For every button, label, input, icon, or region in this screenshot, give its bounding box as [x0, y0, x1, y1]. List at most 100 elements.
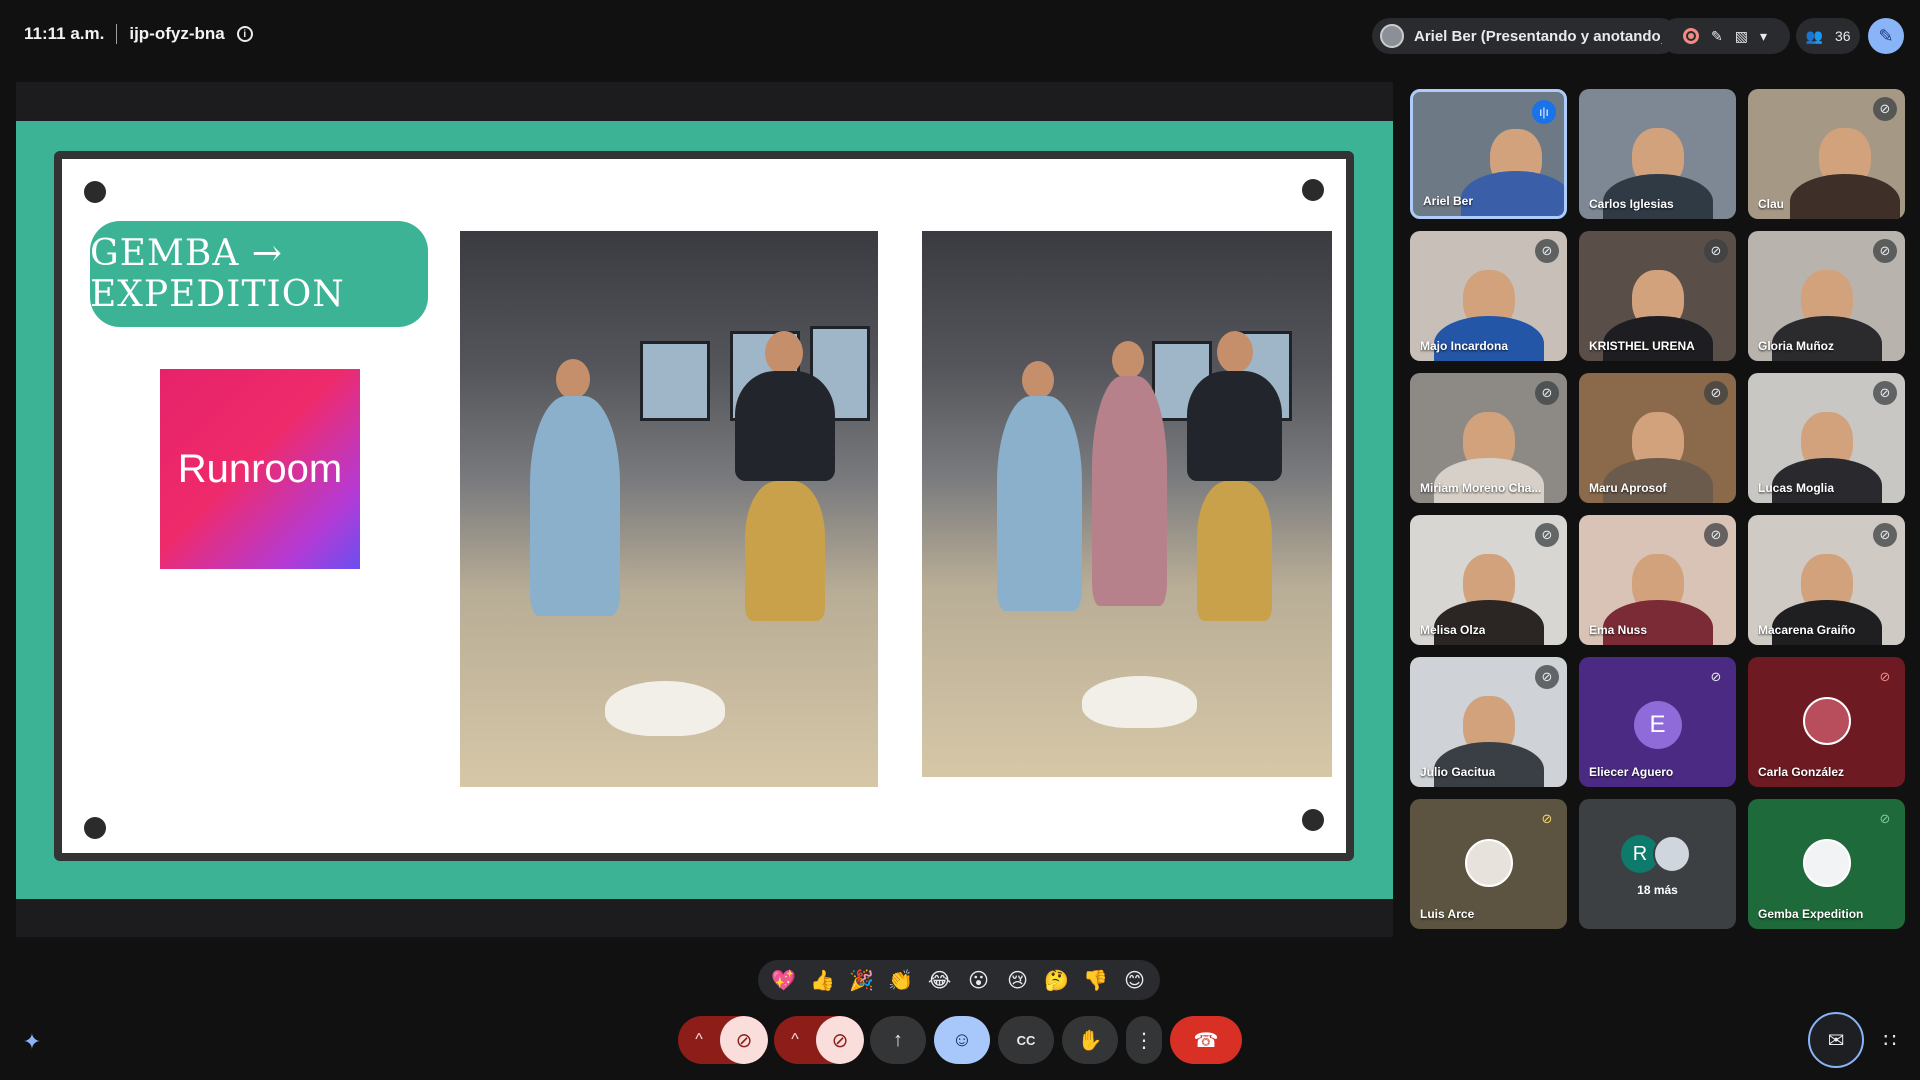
participant-tile[interactable]: Carlos Iglesias [1579, 89, 1736, 219]
person [997, 396, 1082, 611]
present-screen-icon: ↑ [893, 1028, 903, 1051]
participant-tile[interactable]: ⊘ Luis Arce [1410, 799, 1567, 929]
activities-button[interactable]: ∷ [1872, 1022, 1908, 1058]
participant-name: Luis Arce [1420, 907, 1475, 921]
present-button[interactable]: ↑ [870, 1016, 926, 1064]
avatar [1802, 697, 1851, 745]
participant-tile[interactable]: ⊘ Majo Incardona [1410, 231, 1567, 361]
recording-controls[interactable]: ✎ ▧ ▾ [1660, 18, 1790, 54]
mic-off-button[interactable]: ⊘ [720, 1016, 768, 1064]
gemini-notes-button[interactable]: ✎ [1868, 18, 1904, 54]
mic-off-icon: ⊘ [1535, 239, 1559, 263]
avatar [1802, 839, 1851, 887]
participant-name: KRISTHEL URENA [1589, 339, 1695, 353]
participant-name: Eliecer Aguero [1589, 765, 1674, 779]
raise-hand-button[interactable]: ✋ [1062, 1016, 1118, 1064]
gemini-icon[interactable]: ✦ [12, 1022, 52, 1062]
avatar [1464, 839, 1513, 887]
reaction-thumbs-up[interactable]: 👍 [807, 968, 839, 993]
participant-name: Gemba Expedition [1758, 907, 1864, 921]
mic-off-icon: ⊘ [1873, 523, 1897, 547]
mic-off-icon: ⊘ [1535, 523, 1559, 547]
participant-tile[interactable]: ⊘ Miriam Moreno Cha... [1410, 373, 1567, 503]
participant-name: Melisa Olza [1420, 623, 1486, 637]
hangup-icon: ☎ [1193, 1029, 1219, 1052]
video-body [1460, 171, 1564, 216]
participant-tile[interactable]: ⊘ Gemba Expedition [1748, 799, 1905, 929]
leave-call-button[interactable]: ☎ [1170, 1016, 1242, 1064]
camera-options-chevron-icon[interactable]: ^ [774, 1016, 816, 1064]
participant-name: Majo Incardona [1420, 339, 1509, 353]
participant-tile[interactable]: ⊘ Ema Nuss [1579, 515, 1736, 645]
mic-off-icon: ⊘ [1704, 239, 1728, 263]
mic-off-icon: ⊘ [1541, 811, 1553, 826]
more-participants-tile[interactable]: R 18 más [1579, 799, 1736, 929]
reaction-clap[interactable]: 👏 [885, 968, 917, 993]
participant-name: Miriam Moreno Cha... [1420, 481, 1542, 495]
participants-button[interactable]: 👥 36 [1796, 18, 1860, 54]
camera-off-button[interactable]: ⊘ [816, 1016, 864, 1064]
participant-tile[interactable]: ⊘ Melisa Olza [1410, 515, 1567, 645]
participant-tile[interactable]: E ⊘ Eliecer Aguero [1579, 657, 1736, 787]
record-icon[interactable] [1683, 28, 1699, 44]
reaction-surprised[interactable]: 😮 [963, 968, 995, 993]
person-head [556, 359, 590, 399]
participant-tile[interactable]: ⊘ Julio Gacitua [1410, 657, 1567, 787]
annotate-icon[interactable]: ✎ [1711, 28, 1723, 45]
video-body [1790, 174, 1901, 219]
captions-button[interactable]: CC [998, 1016, 1054, 1064]
participant-name: Julio Gacitua [1420, 765, 1496, 779]
stacked-avatars: R [1621, 835, 1691, 873]
reaction-heart[interactable]: 💖 [768, 968, 800, 993]
mic-off-icon: ⊘ [1535, 381, 1559, 405]
person [735, 371, 835, 481]
info-icon[interactable]: i [236, 26, 253, 42]
participant-tile[interactable]: ⊘ Lucas Moglia [1748, 373, 1905, 503]
emoji-icon: ☺ [951, 1028, 973, 1051]
chevron-down-icon[interactable]: ▾ [1760, 28, 1767, 45]
participant-name: Gloria Muñoz [1758, 339, 1834, 353]
mic-off-icon: ⊘ [1873, 239, 1897, 263]
photo-left [460, 231, 878, 787]
participant-tile[interactable]: ⊘ Clau [1748, 89, 1905, 219]
person-head [1022, 361, 1054, 399]
person [530, 396, 620, 616]
participant-tile[interactable]: ⊘ Gloria Muñoz [1748, 231, 1905, 361]
clock-time: 11:11 a.m. [24, 24, 105, 43]
reaction-party[interactable]: 🎉 [846, 968, 878, 993]
person [1092, 376, 1167, 606]
reaction-sad[interactable]: 😢 [1002, 968, 1034, 993]
more-options-button[interactable]: ⋮ [1126, 1016, 1162, 1064]
participant-tile[interactable]: ⊘ Macarena Graiño [1748, 515, 1905, 645]
chat-button[interactable]: ✉ [1808, 1012, 1864, 1068]
participant-tile[interactable]: ⊘ Carla González [1748, 657, 1905, 787]
pin-icon [84, 181, 106, 203]
photo-right [922, 231, 1332, 777]
hand-icon: ✋ [1077, 1029, 1103, 1052]
participant-name: Macarena Graiño [1758, 623, 1856, 637]
mic-off-icon: ⊘ [1879, 669, 1891, 684]
emoji-button[interactable]: ☺ [934, 1016, 990, 1064]
reaction-thinking[interactable]: 🤔 [1041, 968, 1073, 993]
stop-share-icon[interactable]: ▧ [1735, 28, 1748, 45]
participant-tile[interactable]: ⊘ KRISTHEL URENA [1579, 231, 1736, 361]
pin-icon [1302, 809, 1324, 831]
chat-icon: ✉ [1827, 1029, 1845, 1052]
mic-control: ^ ⊘ [678, 1016, 768, 1064]
reaction-laugh[interactable]: 😂 [924, 968, 956, 993]
mic-options-chevron-icon[interactable]: ^ [678, 1016, 720, 1064]
more-count: 18 más [1637, 883, 1678, 897]
mic-off-icon: ⊘ [1535, 665, 1559, 689]
participant-name: Carlos Iglesias [1589, 197, 1674, 211]
mic-off-icon: ⊘ [1710, 669, 1722, 684]
participant-tile[interactable]: ı|ı Ariel Ber [1410, 89, 1567, 219]
reaction-thumbs-down[interactable]: 👎 [1080, 968, 1112, 993]
add-reaction-icon[interactable]: 😊 [1119, 968, 1151, 993]
person-head [1217, 331, 1253, 373]
avatar-initial: E [1633, 701, 1682, 749]
participant-name: Ema Nuss [1589, 623, 1648, 637]
dog [605, 681, 725, 736]
presenter-pill[interactable]: Ariel Ber (Presentando y anotando) [1372, 18, 1678, 54]
person [1197, 481, 1272, 621]
participant-tile[interactable]: ⊘ Maru Aprosof [1579, 373, 1736, 503]
